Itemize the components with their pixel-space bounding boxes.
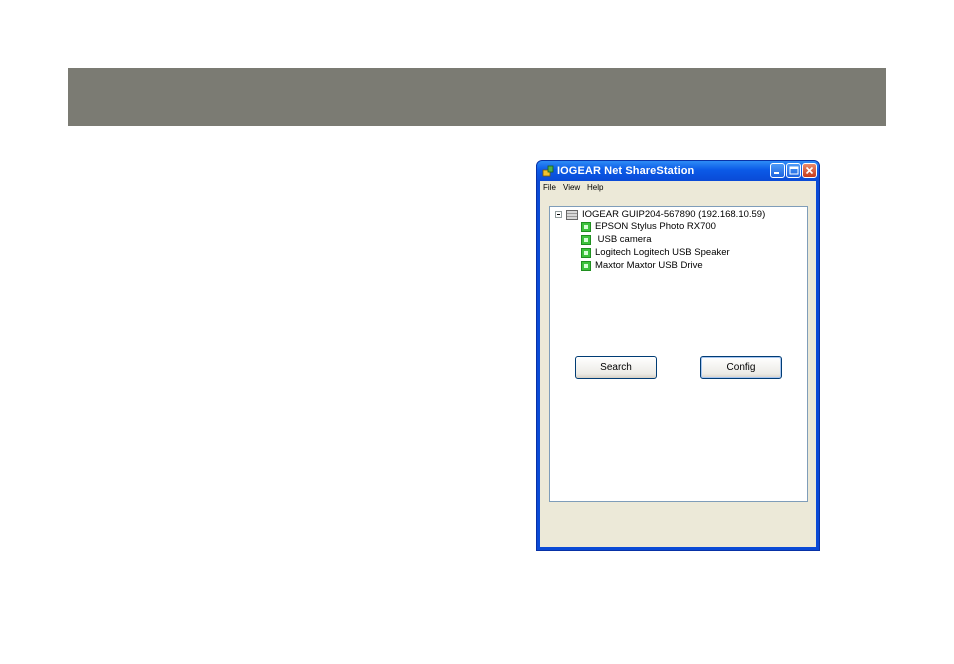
maximize-icon [789, 166, 799, 175]
close-button[interactable] [802, 163, 817, 178]
usb-device-icon [581, 235, 591, 245]
menu-file[interactable]: File [543, 183, 556, 192]
tree-item-device[interactable]: Logitech Logitech USB Speaker [581, 247, 781, 259]
menu-help[interactable]: Help [587, 183, 603, 192]
config-button[interactable]: Config [700, 356, 782, 379]
tree-root[interactable]: IOGEAR GUIP204-567890 (192.168.10.59) [555, 209, 795, 221]
device-label: Maxtor Maxtor USB Drive [595, 260, 703, 271]
menu-view[interactable]: View [563, 183, 580, 192]
window-title: IOGEAR Net ShareStation [557, 165, 695, 177]
minimize-button[interactable] [770, 163, 785, 178]
app-icon [542, 165, 554, 177]
minimize-icon [774, 172, 779, 174]
device-label: EPSON Stylus Photo RX700 [595, 221, 716, 232]
usb-device-icon [581, 222, 591, 232]
server-icon [566, 210, 578, 220]
maximize-button[interactable] [786, 163, 801, 178]
tree-root-label: IOGEAR GUIP204-567890 (192.168.10.59) [582, 209, 766, 220]
menu-bar: File View Help [540, 181, 816, 195]
tree-item-device[interactable]: Maxtor Maxtor USB Drive [581, 260, 781, 272]
collapse-icon[interactable] [555, 211, 562, 218]
device-label: USB camera [595, 234, 652, 245]
title-bar[interactable]: IOGEAR Net ShareStation [537, 161, 819, 181]
device-tree[interactable]: IOGEAR GUIP204-567890 (192.168.10.59) EP… [549, 206, 808, 502]
close-icon [805, 166, 814, 175]
usb-device-icon [581, 261, 591, 271]
usb-device-icon [581, 248, 591, 258]
device-label: Logitech Logitech USB Speaker [595, 247, 730, 258]
tree-item-device[interactable]: USB camera [581, 234, 781, 246]
header-band [68, 68, 886, 126]
tree-item-device[interactable]: EPSON Stylus Photo RX700 [581, 221, 781, 233]
search-button[interactable]: Search [575, 356, 657, 379]
